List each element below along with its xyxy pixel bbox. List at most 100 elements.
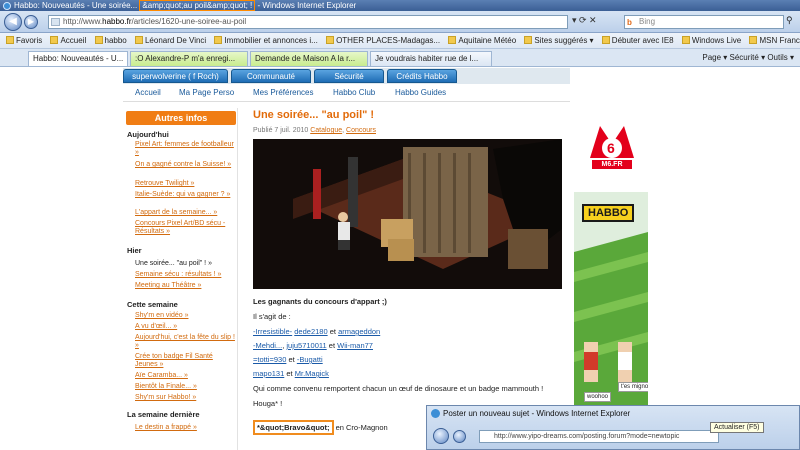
sidebar-link[interactable]: Retrouve Twilight » <box>135 180 235 188</box>
popup-address-field[interactable]: http://www.yipo-dreams.com/posting.forum… <box>479 430 719 443</box>
winner-link[interactable]: dede2180 <box>294 327 327 336</box>
back-button[interactable]: ◀ <box>4 13 22 31</box>
sidebar-link[interactable]: Shy'm en vidéo » <box>135 312 235 320</box>
page-favicon-icon <box>51 18 60 26</box>
url-path: /articles/1620-une-soiree-au-poil <box>131 17 247 26</box>
star-icon <box>6 36 14 44</box>
site-subnav: Accueil Ma Page Perso Mes Préférences Ha… <box>123 84 570 102</box>
sidebar-link[interactable]: A vu d'œil... » <box>135 323 235 331</box>
winners-heading: Les gagnants du concours d'appart ;) <box>253 297 387 306</box>
bravo-line: *&quot;Bravo&quot; en Cro-Magnon <box>253 420 388 435</box>
subnav-home[interactable]: Accueil <box>135 84 161 102</box>
title-suffix: - Windows Internet Explorer <box>255 1 357 10</box>
fav-item[interactable]: Léonard De Vinci <box>134 33 206 48</box>
fav-item[interactable]: Aquitaine Météo <box>448 33 516 48</box>
section-title: La semaine dernière <box>127 410 200 419</box>
winner-link[interactable]: -Irresistible- <box>253 327 292 336</box>
sidebar-link[interactable]: L'appart de la semaine... » <box>135 209 235 217</box>
url-prefix: http://www. <box>63 17 103 26</box>
favicon-icon <box>94 36 103 44</box>
favorites-button[interactable]: Favoris <box>6 33 42 48</box>
sidebar-link[interactable]: Pixel Art: femmes de footballeur » <box>135 141 235 157</box>
tab-habiter[interactable]: Je voudrais habiter rue de l... <box>370 51 492 66</box>
habbo-site: superwolverine ( f Roch) Communauté Sécu… <box>123 68 570 450</box>
popup-back-button[interactable] <box>433 428 449 444</box>
fav-item[interactable]: MSN France <box>749 33 800 48</box>
subnav-habbo-club[interactable]: Habbo Club <box>333 84 375 102</box>
popup-forward-button[interactable] <box>453 430 466 443</box>
speech-bubble: woohoo <box>584 392 612 402</box>
forward-button[interactable]: ▶ <box>24 15 38 29</box>
refresh-tooltip: Actualiser (F5) <box>710 422 764 433</box>
favicon-icon <box>601 36 610 44</box>
sidebar-link[interactable]: Semaine sécu : résultats ! » <box>135 271 235 279</box>
subnav-preferences[interactable]: Mes Préférences <box>253 84 313 102</box>
sidebar-link[interactable]: Concours Pixel Art/BD sécu - Résultats » <box>135 220 235 236</box>
sidebar-link[interactable]: Le destin a frappé » <box>135 424 235 432</box>
prize-text: Qui comme convenu remportent chacun un œ… <box>253 384 544 393</box>
sidebar-link[interactable]: Aïe Caramba... » <box>135 372 235 380</box>
bing-icon: b <box>627 18 632 27</box>
sidebar-link[interactable]: Aujourd'hui, c'est la fête du slip ! » <box>135 334 235 350</box>
winner-link[interactable]: Wii-man77 <box>337 341 373 350</box>
sidebar-link[interactable]: Shy'm sur Habbo! » <box>135 394 235 402</box>
sidebar-link[interactable]: Crée ton badge Fil Santé Jeunes » <box>135 353 235 369</box>
fav-item[interactable]: OTHER PLACES-Madagas... <box>326 33 440 48</box>
user-nav-button[interactable]: superwolverine ( f Roch) <box>123 69 228 83</box>
ie-icon <box>3 2 11 10</box>
community-nav-button[interactable]: Communauté <box>231 69 311 83</box>
fav-item[interactable]: Windows Live <box>681 33 741 48</box>
article: Une soirée... "au poil" ! Publié 7 juil.… <box>247 108 570 450</box>
favicon-icon <box>681 36 690 44</box>
winner-link[interactable]: -Bugatti <box>297 355 323 364</box>
section-title: Aujourd'hui <box>127 130 169 139</box>
winner-link[interactable]: armageddon <box>338 327 380 336</box>
winner-link[interactable]: =totti=930 <box>253 355 286 364</box>
favicon-icon <box>134 36 143 44</box>
winner-link[interactable]: -Mehdi... <box>253 341 282 350</box>
sidebar-link-current[interactable]: Une soirée... "au poil" ! » <box>135 260 235 268</box>
search-placeholder: Bing <box>639 17 656 26</box>
speech-bubble: t'es mignon ! <box>618 382 648 392</box>
fav-item[interactable]: Accueil <box>50 33 86 48</box>
article-meta: Publié 7 juil. 2010 Catalogue, Concours <box>253 127 376 134</box>
subnav-my-page[interactable]: Ma Page Perso <box>179 84 234 102</box>
fav-item[interactable]: habbo <box>94 33 127 48</box>
tab-maison[interactable]: Demande de Maison A la r... <box>250 51 368 66</box>
tab-alexandre[interactable]: :O Alexandre-P m'a enregi... <box>130 51 248 66</box>
sidebar-link[interactable]: On a gagné contre la Suisse! » <box>135 161 235 169</box>
favicon-icon <box>448 36 457 44</box>
tab-habbo[interactable]: Habbo: Nouveautés - U... <box>28 51 128 66</box>
credits-nav-button[interactable]: Crédits Habbo <box>387 69 457 83</box>
address-field[interactable]: http://www.habbo.fr/articles/1620-une-so… <box>48 15 568 29</box>
sidebar-heading: Autres infos <box>126 111 236 125</box>
m6-logo[interactable]: 6 M6.FR <box>578 118 646 172</box>
category-link[interactable]: Concours <box>346 127 376 134</box>
article-title: Une soirée... "au poil" ! <box>253 109 375 121</box>
winner-link[interactable]: Mr.Magick <box>295 369 329 378</box>
popup-window[interactable]: Poster un nouveau sujet - Windows Intern… <box>426 405 800 450</box>
m6-label: M6.FR <box>601 161 623 168</box>
fav-item[interactable]: Immobilier et annonces i... <box>214 33 318 48</box>
sidebar-link[interactable]: Meeting au Théâtre » <box>135 282 235 290</box>
search-icon[interactable]: ⚲ <box>786 15 798 29</box>
search-input[interactable]: b Bing <box>624 15 784 29</box>
subnav-habbo-guides[interactable]: Habbo Guides <box>395 84 446 102</box>
window-titlebar: Habbo: Nouveautés - Une soirée... &amp;q… <box>0 0 800 11</box>
intro-text: Il s'agit de : <box>253 312 291 321</box>
fav-item[interactable]: Sites suggérés ▾ <box>524 33 594 48</box>
favicon-icon <box>214 36 223 44</box>
fav-item[interactable]: Débuter avec IE8 <box>601 33 674 48</box>
security-nav-button[interactable]: Sécurité <box>314 69 384 83</box>
sidebar-link[interactable]: Italie-Suède: qui va gagner ? » <box>135 191 235 199</box>
site-topnav: superwolverine ( f Roch) Communauté Sécu… <box>123 68 570 84</box>
winner-link[interactable]: mapo131 <box>253 369 284 378</box>
section-title: Hier <box>127 246 142 255</box>
command-bar[interactable]: Page ▾ Sécurité ▾ Outils ▾ <box>702 51 794 65</box>
category-link[interactable]: Catalogue <box>310 127 342 134</box>
sidebar-link[interactable]: Bientôt la Finale... » <box>135 383 235 391</box>
favorites-bar: Favoris Accueil habbo Léonard De Vinci I… <box>0 33 800 49</box>
habbo-room-illustration <box>253 139 562 289</box>
refresh-stop-buttons[interactable]: ▾ ⟳ ✕ <box>572 15 620 29</box>
winner-link[interactable]: juju5710011 <box>286 341 326 350</box>
